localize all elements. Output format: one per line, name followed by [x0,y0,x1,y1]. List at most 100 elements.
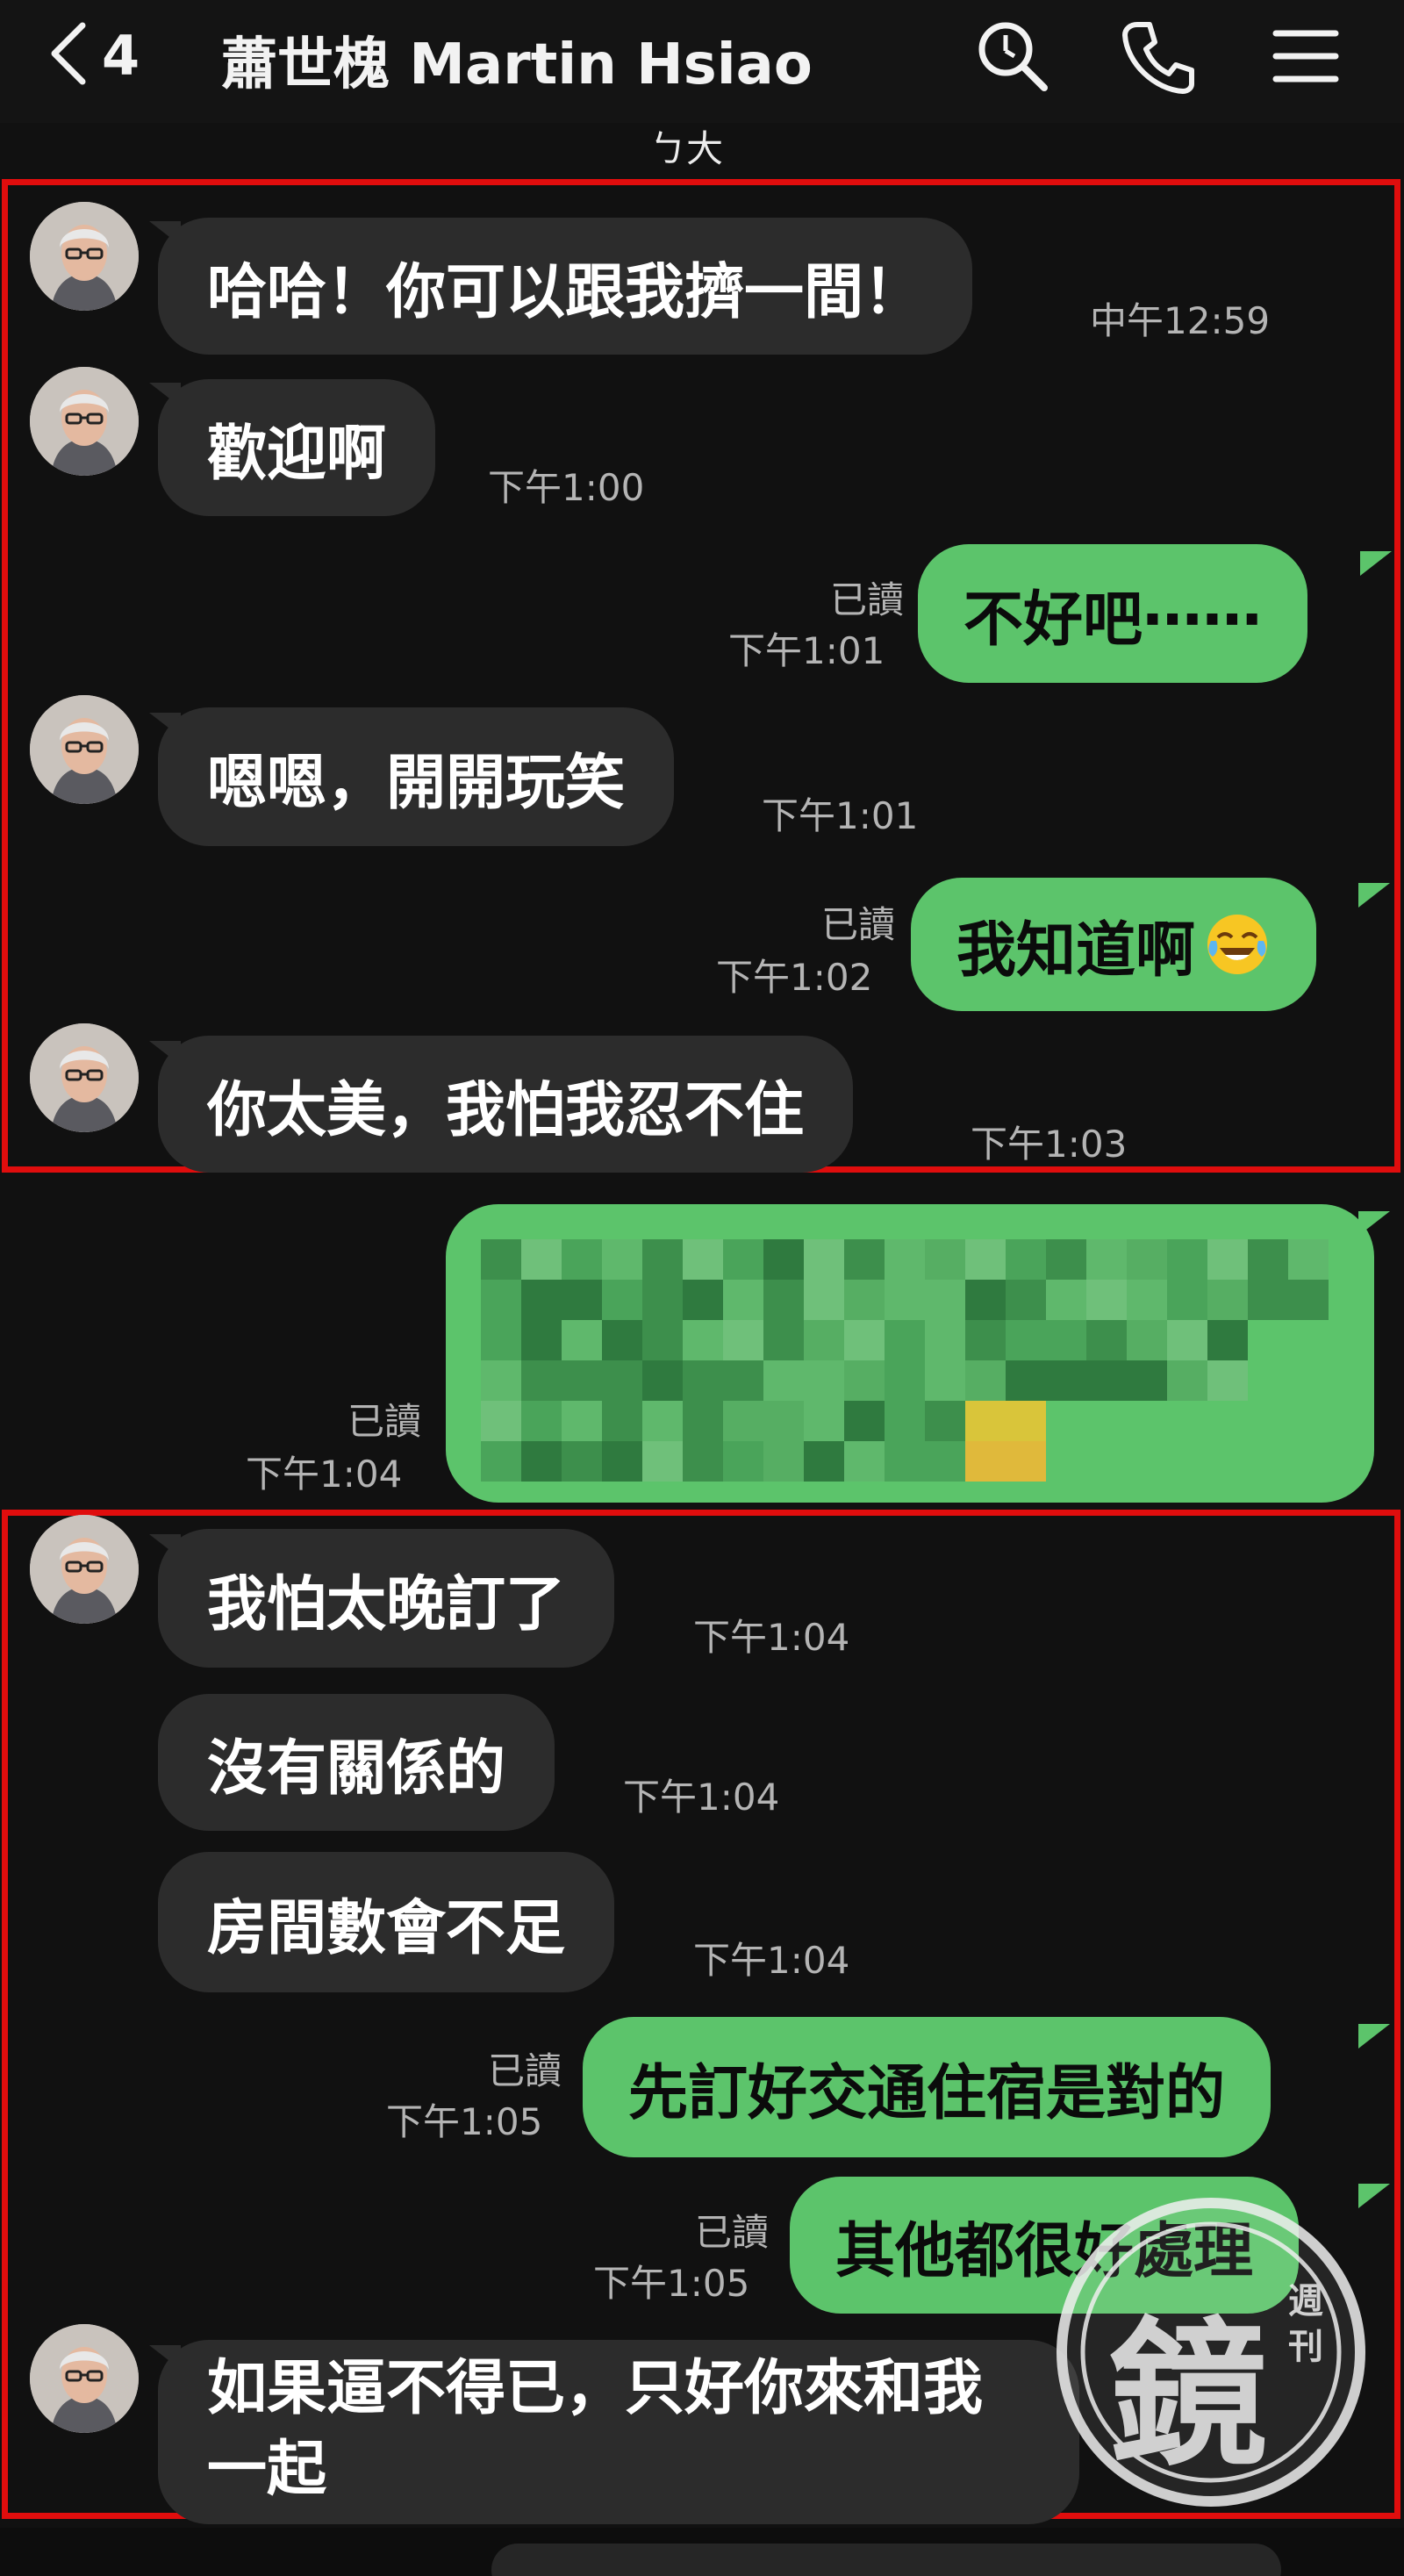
bubble-tail [1358,2024,1390,2049]
message-bubble-incoming[interactable]: 哈哈！你可以跟我擠一間！ [158,218,973,355]
message-bubble-outgoing[interactable]: 不好吧⋯⋯ [918,544,1308,683]
mosaic-cell [642,1441,683,1482]
mosaic-cell [562,1280,602,1320]
mosaic-cell [844,1360,885,1401]
mosaic-cell [804,1441,844,1482]
mosaic-cell [1207,1360,1248,1401]
mosaic-cell [602,1360,642,1401]
mosaic-cell [562,1360,602,1401]
mosaic-cell [642,1360,683,1401]
avatar[interactable] [30,1023,139,1132]
chevron-left-icon [46,18,91,92]
read-receipt: 已讀 [487,2049,562,2092]
redacted-message-bubble[interactable] [446,1204,1374,1503]
mosaic-cell [1207,1239,1248,1280]
mosaic-cell [763,1441,804,1482]
message-bubble-incoming[interactable]: 你太美，我怕我忍不住 [158,1036,854,1173]
bubble-tail [1358,1211,1390,1236]
message-text: 沒有關係的 [207,1733,506,1804]
mosaic-cell [1167,1239,1207,1280]
read-receipt: 已讀 [829,578,904,621]
mosaic-cell [804,1320,844,1360]
avatar[interactable] [30,202,139,311]
back-button[interactable]: 4 [46,16,177,95]
mosaic-cell [481,1401,521,1441]
message-time: 下午1:05 [593,2262,750,2305]
message-bubble-outgoing[interactable]: 先訂好交通住宿是對的 [583,2017,1271,2157]
mosaic-cell [602,1441,642,1482]
chat-header: 4 蕭世槐 Martin Hsiao [0,0,1404,123]
message-bubble-incoming[interactable]: 我怕太晚訂了 [158,1529,615,1668]
mosaic-cell [562,1441,602,1482]
mosaic-cell [723,1280,763,1320]
chat-screen: 4 蕭世槐 Martin Hsiao ㄅ大 哈哈！你可以跟我擠一間！ 中午12:… [0,0,1404,2576]
mosaic-cell [885,1320,925,1360]
mosaic-cell [763,1280,804,1320]
mosaic-cell [521,1401,562,1441]
bubble-tail [1358,883,1390,908]
mosaic-cell [683,1239,723,1280]
bubble-tail [1360,551,1392,576]
mosaic-cell [1086,1280,1127,1320]
avatar[interactable] [30,695,139,804]
mosaic-cell [1127,1360,1167,1401]
message-bubble-incoming[interactable]: 嗯嗯，開開玩笑 [158,707,675,846]
avatar[interactable] [30,1515,139,1624]
mosaic-cell [723,1401,763,1441]
mosaic-cell [763,1320,804,1360]
read-receipt: 已讀 [820,903,895,946]
message-bubble-incoming[interactable]: 歡迎啊 [158,379,436,516]
mosaic-cell [642,1401,683,1441]
mosaic-cell [885,1441,925,1482]
mosaic-cell [1046,1280,1086,1320]
message-time: 下午1:05 [386,2100,543,2143]
mosaic-cell [562,1320,602,1360]
search-icon[interactable] [972,16,1053,97]
mirror-media-watermark: 鏡 週刊 [1053,2194,1369,2510]
message-bubble-outgoing[interactable]: 我知道啊 [911,878,1317,1011]
mosaic-cell [642,1320,683,1360]
message-bubble-incoming[interactable]: 如果逼不得已，只好你來和我一起 [158,2340,1079,2524]
avatar[interactable] [30,2324,139,2433]
message-time: 下午1:00 [488,466,645,509]
mosaic-cell [965,1320,1006,1360]
message-text: 嗯嗯，開開玩笑 [207,748,626,818]
mosaic-cell [1006,1280,1046,1320]
mosaic-cell [804,1360,844,1401]
mosaic-cell [1127,1239,1167,1280]
mosaic-cell [1127,1320,1167,1360]
mosaic-cell [723,1441,763,1482]
avatar[interactable] [30,367,139,476]
message-text: 我怕太晚訂了 [207,1569,566,1640]
message-text: 不好吧⋯⋯ [963,585,1263,655]
mosaic-cell [1086,1239,1127,1280]
mosaic-cell [602,1280,642,1320]
message-bubble-incoming[interactable]: 沒有關係的 [158,1694,555,1831]
message-text: 我知道啊 [956,915,1196,986]
mosaic-cell [562,1239,602,1280]
mosaic-cell [521,1239,562,1280]
message-time: 下午1:04 [246,1453,403,1496]
mosaic-cell [844,1239,885,1280]
mosaic-cell [1006,1401,1046,1441]
mosaic-cell [602,1320,642,1360]
mosaic-cell [683,1401,723,1441]
watermark-side-chars: 週刊 [1288,2281,1323,2367]
phone-icon[interactable] [1118,16,1199,97]
message-time: 下午1:04 [693,1616,850,1659]
mosaic-cell [844,1280,885,1320]
message-bubble-incoming[interactable]: 房間數會不足 [158,1852,615,1992]
message-text: 房間數會不足 [207,1893,566,1963]
previous-message-fragment: ㄅ大 [649,127,724,170]
message-text: 歡迎啊 [207,419,387,489]
mosaic-cell [481,1360,521,1401]
mosaic-cell [925,1360,965,1401]
message-text: 先訂好交通住宿是對的 [628,2058,1226,2128]
message-time: 下午1:03 [971,1123,1128,1166]
mosaic-cell [521,1441,562,1482]
mosaic-cell [1086,1320,1127,1360]
mosaic-cell [683,1360,723,1401]
message-input[interactable] [491,2544,1281,2576]
menu-icon[interactable] [1265,16,1346,97]
watermark-main-char: 鏡 [1109,2304,1268,2487]
